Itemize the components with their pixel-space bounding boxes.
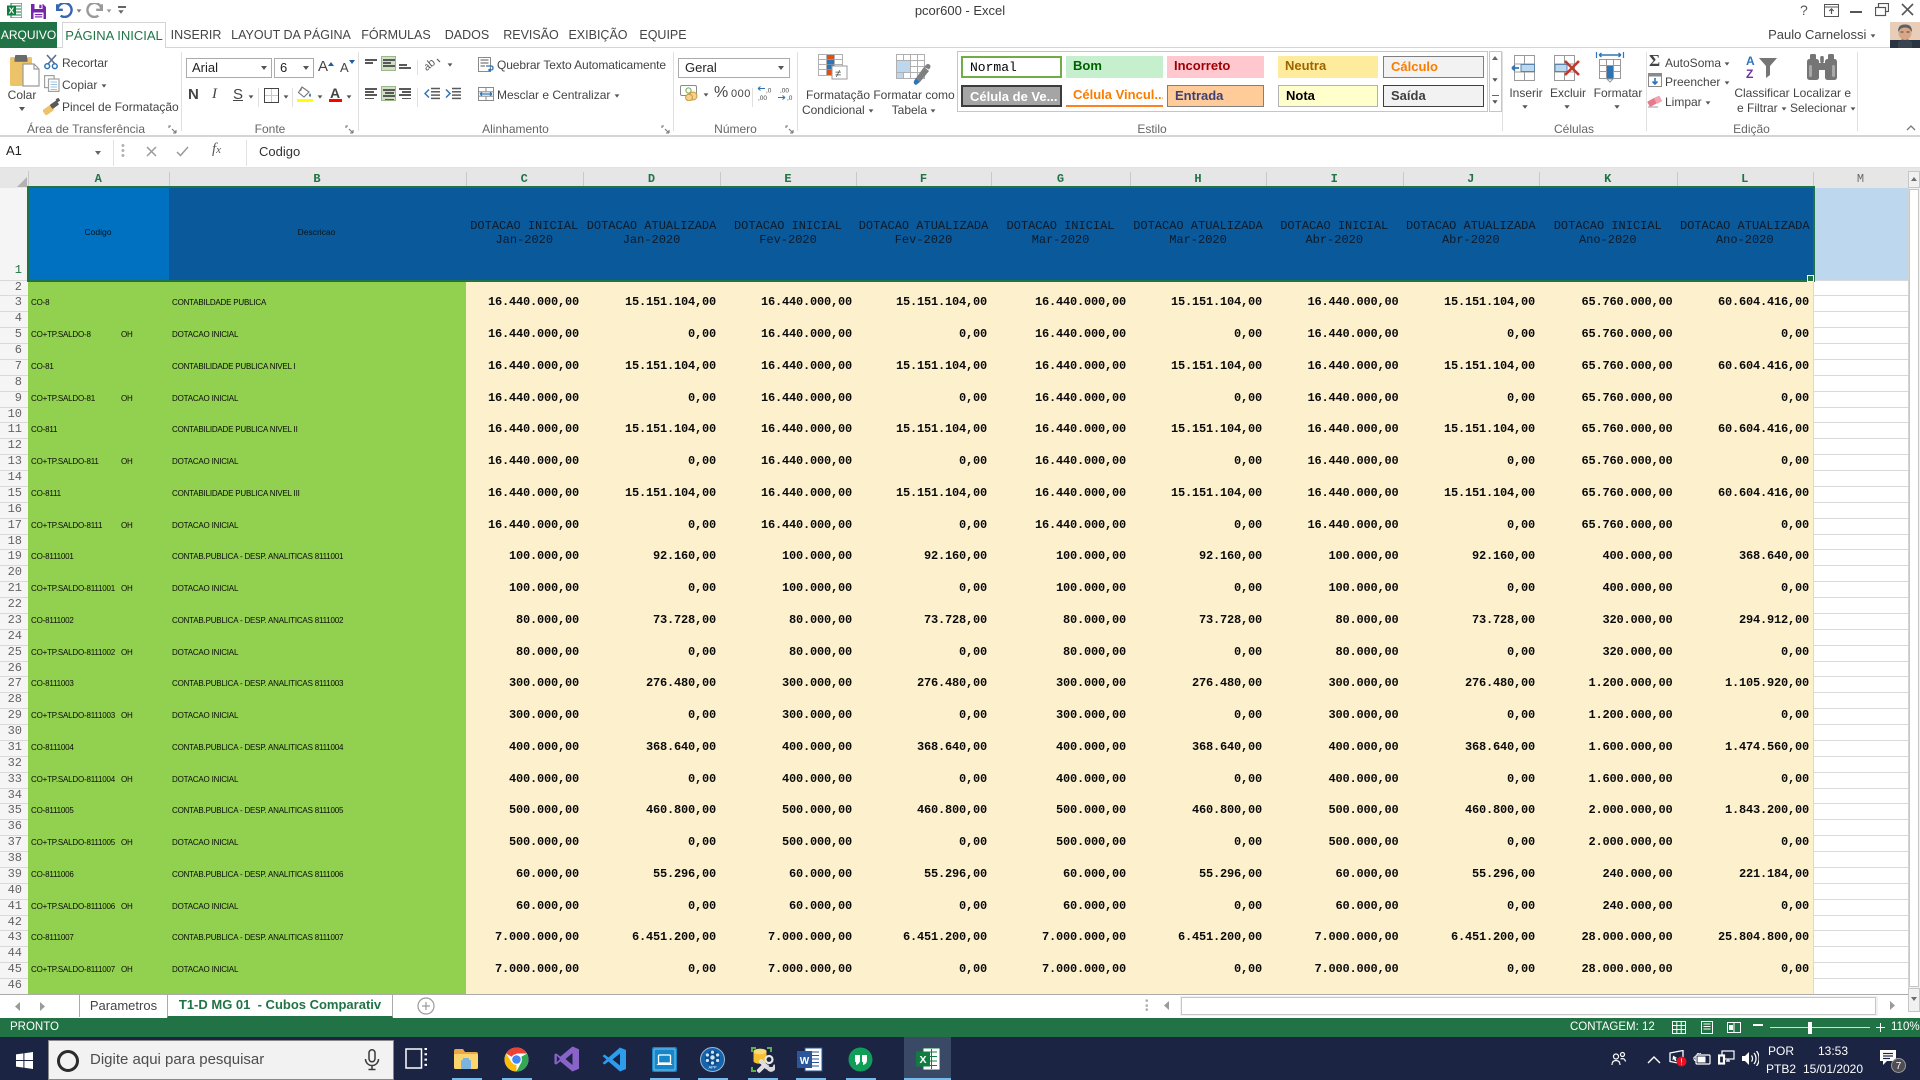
svg-text:X: X: [9, 6, 15, 16]
svg-text:A: A: [1746, 54, 1755, 68]
svg-text:Z: Z: [1746, 67, 1753, 81]
svg-text:,0: ,0: [766, 88, 772, 95]
svg-text:,00: ,00: [758, 95, 767, 101]
svg-text:ab: ab: [425, 57, 438, 71]
svg-text:!: !: [1680, 1058, 1682, 1067]
svg-text:,00: ,00: [780, 88, 789, 95]
svg-text:,0: ,0: [787, 95, 793, 101]
svg-text:≠: ≠: [835, 68, 841, 80]
svg-text:W: W: [800, 1056, 810, 1067]
svg-text:APP: APP: [708, 1065, 716, 1070]
svg-text:X: X: [919, 1054, 926, 1066]
